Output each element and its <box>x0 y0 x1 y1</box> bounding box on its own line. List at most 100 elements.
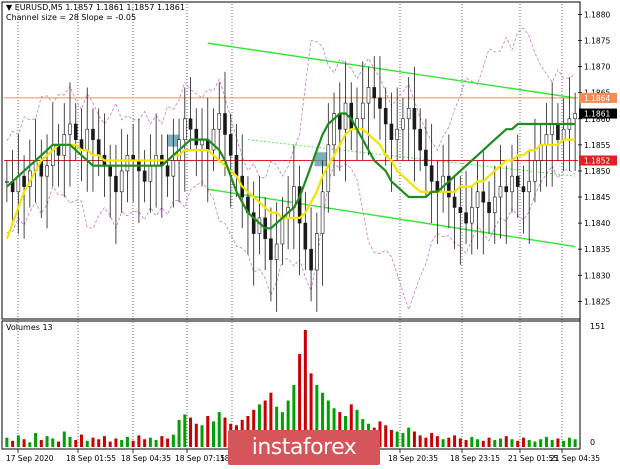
candle-body <box>68 123 72 135</box>
volume-bar <box>223 417 227 447</box>
candle-body <box>343 102 348 130</box>
volume-bar <box>102 436 106 447</box>
candle-body <box>142 170 147 182</box>
volume-bar <box>131 440 135 447</box>
volume-bar <box>458 438 462 447</box>
candle-body <box>108 165 112 177</box>
y-tick-label: 1.1825 <box>584 297 610 306</box>
volume-bar <box>527 440 531 447</box>
volume-bar <box>395 431 399 447</box>
volume-bar <box>510 439 514 447</box>
price-chart: 1.18801.18751.18701.18651.18601.18551.18… <box>0 0 620 465</box>
y-tick-label: 1.1850 <box>584 167 610 176</box>
volume-bar <box>539 439 543 447</box>
volume-bar <box>39 440 43 447</box>
y-tick-label: 1.1880 <box>584 10 610 19</box>
volume-bar <box>418 435 422 447</box>
candle-body <box>556 123 560 140</box>
y-tick-label: 1.1835 <box>584 245 610 254</box>
candle-body <box>309 248 313 271</box>
volume-bar <box>567 437 571 447</box>
volume-bar <box>487 437 491 447</box>
volume-bar <box>91 437 95 447</box>
volume-bar <box>74 440 78 447</box>
volume-bar <box>189 417 193 447</box>
volume-bar <box>34 433 38 447</box>
volume-bar <box>533 441 537 447</box>
volume-axis-bottom: 0 <box>590 438 596 447</box>
volume-bar <box>137 435 141 447</box>
volume-bar <box>206 416 210 447</box>
volume-bar <box>16 435 20 447</box>
volume-bar <box>544 436 548 447</box>
candle-body <box>125 154 130 172</box>
candle-body <box>5 181 9 183</box>
candle-body <box>269 238 273 260</box>
candle-body <box>550 123 554 135</box>
x-tick-label: 18 Sep 01:55 <box>66 454 116 463</box>
candle-body <box>366 87 371 104</box>
chart-window: 1.18801.18751.18701.18651.18601.18551.18… <box>0 0 620 465</box>
volume-bar <box>407 427 411 447</box>
volume-bar <box>108 441 112 447</box>
candle-body <box>378 97 382 109</box>
candle-body <box>349 102 354 130</box>
candle-body <box>515 175 520 187</box>
volume-bar <box>516 440 520 447</box>
volume-bar <box>430 433 434 447</box>
candle-body <box>171 160 176 177</box>
candle-body <box>401 118 405 130</box>
candle-body <box>148 165 153 182</box>
volume-bar <box>125 436 129 447</box>
volume-bar <box>194 423 198 447</box>
price-label: 1.1864 <box>584 94 610 103</box>
volume-bar <box>114 438 118 447</box>
x-tick-label: 21 Sep 04:35 <box>550 454 600 463</box>
price-label: 1.1852 <box>584 157 610 166</box>
candle-body <box>498 186 503 198</box>
volume-bar <box>68 436 72 447</box>
candle-body <box>481 191 486 203</box>
volume-label: Volumes 13 <box>6 323 53 332</box>
volume-bar <box>447 437 451 447</box>
candle-body <box>372 87 377 99</box>
volume-bar <box>499 438 503 447</box>
candle-body <box>412 108 417 130</box>
candle-body <box>188 118 193 130</box>
x-tick-label: 18 Sep 04:35 <box>121 454 171 463</box>
volume-bar <box>464 440 468 447</box>
entry-box <box>314 152 329 167</box>
volume-bar <box>79 434 83 447</box>
volume-bar <box>476 439 480 447</box>
candle-body <box>22 175 26 187</box>
candle-body <box>257 217 262 234</box>
candle-body <box>429 165 434 182</box>
y-tick-label: 1.1840 <box>584 219 610 228</box>
price-label: 1.1861 <box>584 110 610 119</box>
candle-body <box>510 175 514 193</box>
candle-body <box>406 108 411 120</box>
y-tick-label: 1.1870 <box>584 63 610 72</box>
volume-bar <box>504 436 508 447</box>
indicator-line: Channel size = 28 Slope = -0.05 <box>6 13 137 22</box>
x-tick-label: 18 Sep 07:15 <box>175 454 225 463</box>
candle-body <box>470 207 474 224</box>
y-tick-label: 1.1855 <box>584 141 610 150</box>
volume-bar <box>435 436 439 447</box>
y-tick-label: 1.1830 <box>584 271 610 280</box>
volume-bar <box>51 438 55 447</box>
candle-body <box>492 196 497 213</box>
candle-body <box>418 128 422 151</box>
candle-body <box>527 181 532 193</box>
volume-bar <box>85 440 89 447</box>
volume-bar <box>57 441 61 447</box>
volume-bar <box>5 437 9 447</box>
candle-body <box>119 170 124 193</box>
volume-bar <box>412 431 416 447</box>
volume-axis-top: 151 <box>590 322 606 331</box>
candle-body <box>280 217 285 245</box>
volume-bar <box>148 437 152 447</box>
volume-bar <box>573 439 577 447</box>
candle-body <box>573 113 577 120</box>
dropdown-triangle-icon[interactable]: ▼ <box>6 3 12 12</box>
